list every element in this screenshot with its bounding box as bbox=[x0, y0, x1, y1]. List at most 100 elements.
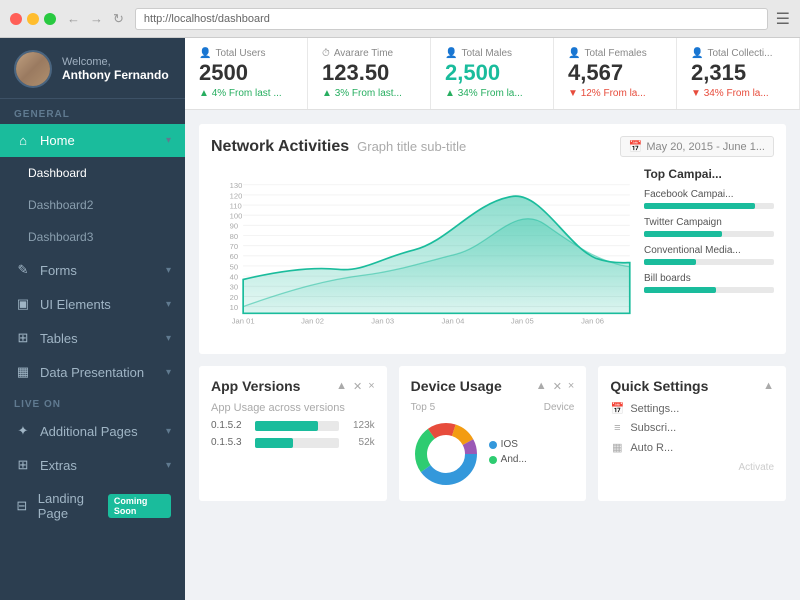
user-icon: 👤 bbox=[199, 48, 211, 59]
stats-bar: 👤 Total Users 2500 ▲ 4% From last ... ⏱ … bbox=[185, 38, 800, 110]
stat-card-total-collections: 👤 Total Collecti... 2,315 ▼ 34% From la.… bbox=[677, 38, 800, 109]
stat-change: ▲ 34% From la... bbox=[445, 88, 539, 99]
stat-value: 2500 bbox=[199, 61, 293, 85]
avatar bbox=[14, 50, 52, 88]
stat-label-text: Total Collecti... bbox=[707, 48, 772, 59]
settings-icon[interactable]: ✕ bbox=[353, 380, 362, 393]
settings-icon[interactable]: ✕ bbox=[553, 380, 562, 393]
campaign-item-3: Conventional Media... bbox=[644, 245, 774, 265]
stat-label-text: Total Males bbox=[461, 48, 512, 59]
stat-card-avg-time: ⏱ Avarare Time 123.50 ▲ 3% From last... bbox=[308, 38, 431, 109]
sidebar: Welcome, Anthony Fernando GENERAL ⌂ Home… bbox=[0, 38, 185, 600]
browser-menu-icon[interactable]: ☰ bbox=[776, 9, 790, 29]
stat-change: ▼ 12% From la... bbox=[568, 88, 662, 99]
expand-icon[interactable]: ▲ bbox=[336, 380, 347, 393]
calendar-icon: 📅 bbox=[629, 140, 643, 153]
extras-icon: ⊞ bbox=[14, 457, 32, 473]
campaign-name: Bill boards bbox=[644, 273, 774, 284]
stat-change: ▲ 3% From last... bbox=[322, 88, 416, 99]
sidebar-item-label: Dashboard2 bbox=[28, 198, 93, 212]
svg-text:100: 100 bbox=[230, 212, 243, 221]
forward-button[interactable]: → bbox=[87, 11, 106, 27]
qs-item-2: ≡ Subscri... bbox=[610, 422, 774, 434]
data-presentation-icon: ▦ bbox=[14, 364, 32, 380]
close-button[interactable] bbox=[10, 13, 22, 25]
qs-item-1: 📅 Settings... bbox=[610, 402, 774, 415]
minimize-button[interactable] bbox=[27, 13, 39, 25]
legend-item-ios: IOS bbox=[489, 439, 527, 450]
campaign-name: Conventional Media... bbox=[644, 245, 774, 256]
ui-elements-icon: ▣ bbox=[14, 296, 32, 312]
sidebar-item-landing-page[interactable]: ⊟ Landing Page Coming Soon bbox=[0, 482, 185, 530]
sidebar-item-label: Tables bbox=[40, 331, 78, 346]
maximize-button[interactable] bbox=[44, 13, 56, 25]
chart-area: 130 120 110 100 90 80 70 60 50 40 30 20 bbox=[211, 167, 634, 342]
chevron-down-icon: ▾ bbox=[166, 135, 171, 146]
bottom-cards: App Versions ▲ ✕ × App Usage across vers… bbox=[199, 366, 786, 501]
general-label: GENERAL bbox=[0, 99, 185, 124]
date-range[interactable]: 📅 May 20, 2015 - June 1... bbox=[620, 136, 774, 157]
sidebar-item-tables[interactable]: ⊞ Tables ▾ bbox=[0, 321, 185, 355]
card-header: App Versions ▲ ✕ × bbox=[211, 378, 375, 394]
refresh-button[interactable]: ↻ bbox=[110, 11, 127, 27]
address-bar[interactable]: http://localhost/dashboard bbox=[135, 8, 768, 30]
sidebar-item-label: Home bbox=[40, 133, 75, 148]
qs-item-3: ▦ Auto R... bbox=[610, 441, 774, 454]
expand-icon[interactable]: ▲ bbox=[536, 380, 547, 393]
svg-text:80: 80 bbox=[230, 232, 238, 241]
svg-text:Jan 01: Jan 01 bbox=[232, 316, 255, 325]
version-row-1: 0.1.5.2 123k bbox=[211, 420, 375, 431]
expand-icon[interactable]: ▲ bbox=[763, 380, 774, 392]
campaign-name: Twitter Campaign bbox=[644, 217, 774, 228]
sidebar-item-ui-elements[interactable]: ▣ UI Elements ▾ bbox=[0, 287, 185, 321]
sidebar-item-dashboard[interactable]: Dashboard bbox=[0, 157, 185, 189]
quick-settings-list: 📅 Settings... ≡ Subscri... ▦ Auto R... bbox=[610, 402, 774, 454]
sidebar-item-data-presentation[interactable]: ▦ Data Presentation ▾ bbox=[0, 355, 185, 389]
card-actions: ▲ ✕ × bbox=[336, 380, 375, 393]
network-inner: 130 120 110 100 90 80 70 60 50 40 30 20 bbox=[211, 167, 774, 342]
card-actions: ▲ ✕ × bbox=[536, 380, 575, 393]
qs-label: Settings... bbox=[630, 403, 679, 415]
svg-text:Jan 03: Jan 03 bbox=[371, 316, 394, 325]
chevron-down-icon: ▾ bbox=[166, 426, 171, 437]
svg-text:40: 40 bbox=[230, 272, 238, 281]
svg-text:30: 30 bbox=[230, 283, 238, 292]
live-label: LIVE ON bbox=[0, 389, 185, 414]
close-icon[interactable]: × bbox=[568, 380, 574, 393]
stat-value: 2,500 bbox=[445, 61, 539, 85]
app-versions-list: 0.1.5.2 123k 0.1.5.3 52k bbox=[211, 420, 375, 448]
sidebar-item-label: Landing Page bbox=[38, 491, 108, 521]
svg-text:Jan 04: Jan 04 bbox=[442, 316, 466, 325]
svg-text:10: 10 bbox=[230, 303, 238, 312]
svg-text:130: 130 bbox=[230, 181, 243, 190]
sidebar-item-label: Extras bbox=[40, 458, 77, 473]
sidebar-item-dashboard3[interactable]: Dashboard3 bbox=[0, 221, 185, 253]
chevron-down-icon: ▾ bbox=[166, 265, 171, 276]
legend-label: IOS bbox=[501, 439, 518, 450]
calendar-icon: 📅 bbox=[610, 402, 624, 415]
stat-label-text: Avarare Time bbox=[334, 48, 393, 59]
stat-value: 123.50 bbox=[322, 61, 416, 85]
stat-change: ▲ 4% From last ... bbox=[199, 88, 293, 99]
stat-value: 4,567 bbox=[568, 61, 662, 85]
stat-label-text: Total Users bbox=[215, 48, 265, 59]
sidebar-item-forms[interactable]: ✎ Forms ▾ bbox=[0, 253, 185, 287]
stat-value: 2,315 bbox=[691, 61, 785, 85]
svg-text:Jan 05: Jan 05 bbox=[511, 316, 534, 325]
close-icon[interactable]: × bbox=[368, 380, 374, 393]
chevron-down-icon: ▾ bbox=[166, 460, 171, 471]
sidebar-profile: Welcome, Anthony Fernando bbox=[0, 38, 185, 99]
sidebar-item-dashboard2[interactable]: Dashboard2 bbox=[0, 189, 185, 221]
sidebar-item-label: Data Presentation bbox=[40, 365, 144, 380]
sidebar-item-home[interactable]: ⌂ Home ▾ bbox=[0, 124, 185, 157]
sidebar-item-additional-pages[interactable]: ✦ Additional Pages ▾ bbox=[0, 414, 185, 448]
back-button[interactable]: ← bbox=[64, 11, 83, 27]
card-title: Quick Settings bbox=[610, 378, 708, 394]
sidebar-item-label: Additional Pages bbox=[40, 424, 138, 439]
tables-icon: ⊞ bbox=[14, 330, 32, 346]
traffic-lights bbox=[10, 13, 56, 25]
version-value: 123k bbox=[345, 420, 375, 431]
home-icon: ⌂ bbox=[14, 133, 32, 148]
card-actions: ▲ bbox=[763, 380, 774, 392]
sidebar-item-extras[interactable]: ⊞ Extras ▾ bbox=[0, 448, 185, 482]
